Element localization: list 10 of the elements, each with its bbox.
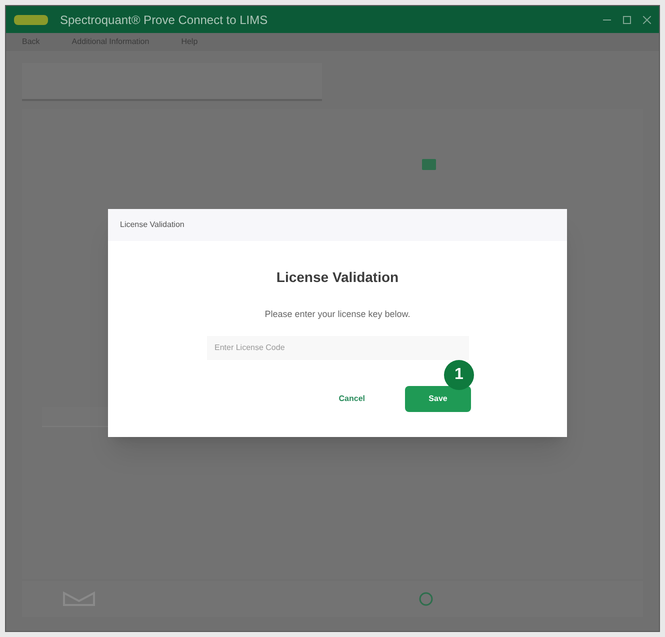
window-title: Spectroquant® Prove Connect to LIMS xyxy=(60,12,268,28)
dialog-title: License Validation xyxy=(120,219,184,231)
dialog-message: Please enter your license key below. xyxy=(264,308,410,321)
save-button[interactable]: Save xyxy=(405,386,471,412)
license-code-field[interactable]: Enter License Code xyxy=(206,336,468,360)
dialog-heading: License Validation xyxy=(276,268,399,287)
close-icon[interactable] xyxy=(643,16,651,24)
step-number-badge: 1 xyxy=(444,360,474,390)
maximize-icon[interactable] xyxy=(623,16,631,24)
cancel-button[interactable]: Cancel xyxy=(330,388,373,408)
